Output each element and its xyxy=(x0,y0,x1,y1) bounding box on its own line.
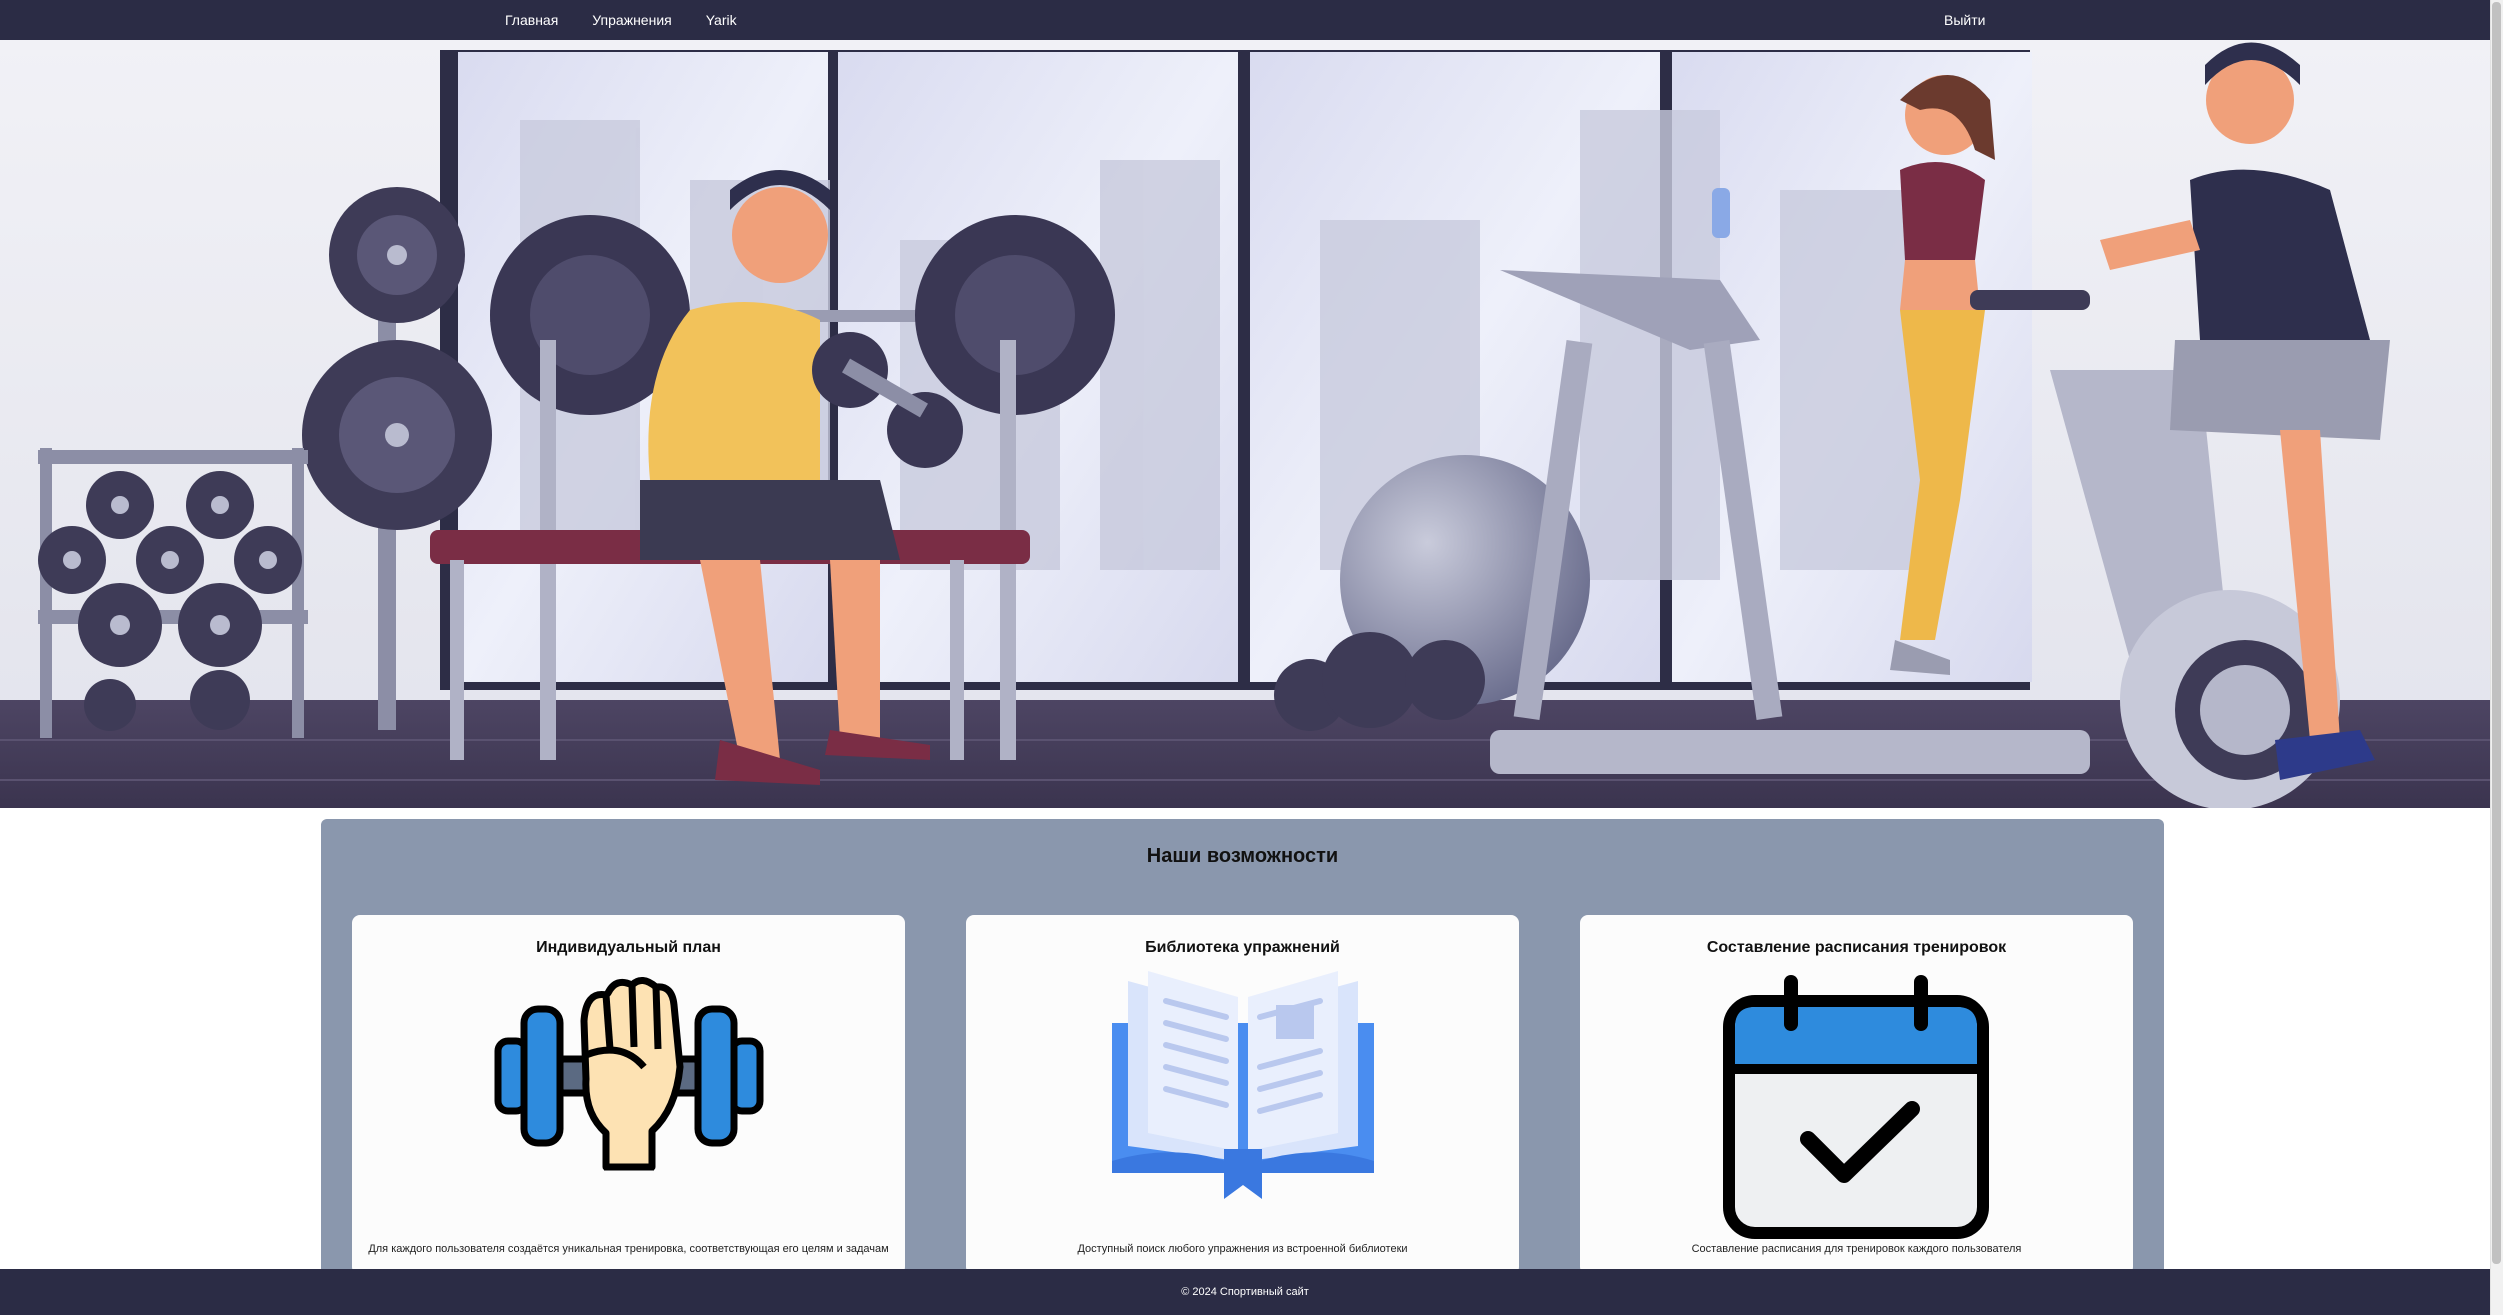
footer: © 2024 Спортивный сайт xyxy=(0,1269,2490,1315)
dumbbell-hand-icon xyxy=(494,971,764,1176)
logout-link[interactable]: Выйти xyxy=(1944,12,1985,28)
features-title: Наши возможности xyxy=(1146,845,1339,867)
nav-link-user[interactable]: Yarik xyxy=(706,12,737,28)
card-description: Для каждого пользователя создаётся уника… xyxy=(368,1243,889,1255)
card-description: Доступный поиск любого упражнения из вст… xyxy=(1077,1243,1408,1255)
features-section: Наши возможности Индивидуальный план Для… xyxy=(321,819,2164,1275)
scrollbar-thumb[interactable] xyxy=(2492,2,2501,1264)
hero-gym-illustration xyxy=(0,40,2490,808)
footer-copyright: © 2024 Спортивный сайт xyxy=(1181,1286,1309,1298)
feature-card-schedule: Составление расписания тренировок Состав… xyxy=(1580,915,2133,1275)
card-title: Составление расписания тренировок xyxy=(1706,939,2007,956)
card-title: Библиотека упражнений xyxy=(1145,939,1340,956)
calendar-check-icon xyxy=(1722,971,1992,1246)
feature-card-individual-plan: Индивидуальный план Для каждого пользова… xyxy=(352,915,905,1275)
nav-links: Главная Упражнения Yarik xyxy=(505,0,737,40)
card-description: Составление расписания для тренировок ка… xyxy=(1691,1243,2022,1255)
feature-card-exercise-library: Библиотека упражнений Доступный поиск лю… xyxy=(966,915,1519,1275)
top-navbar: Главная Упражнения Yarik Выйти xyxy=(0,0,2490,40)
open-book-icon xyxy=(1108,971,1378,1206)
nav-link-exercises[interactable]: Упражнения xyxy=(592,12,671,28)
nav-link-home[interactable]: Главная xyxy=(505,12,558,28)
gym-illustration xyxy=(0,40,2490,808)
card-title: Индивидуальный план xyxy=(536,939,721,956)
